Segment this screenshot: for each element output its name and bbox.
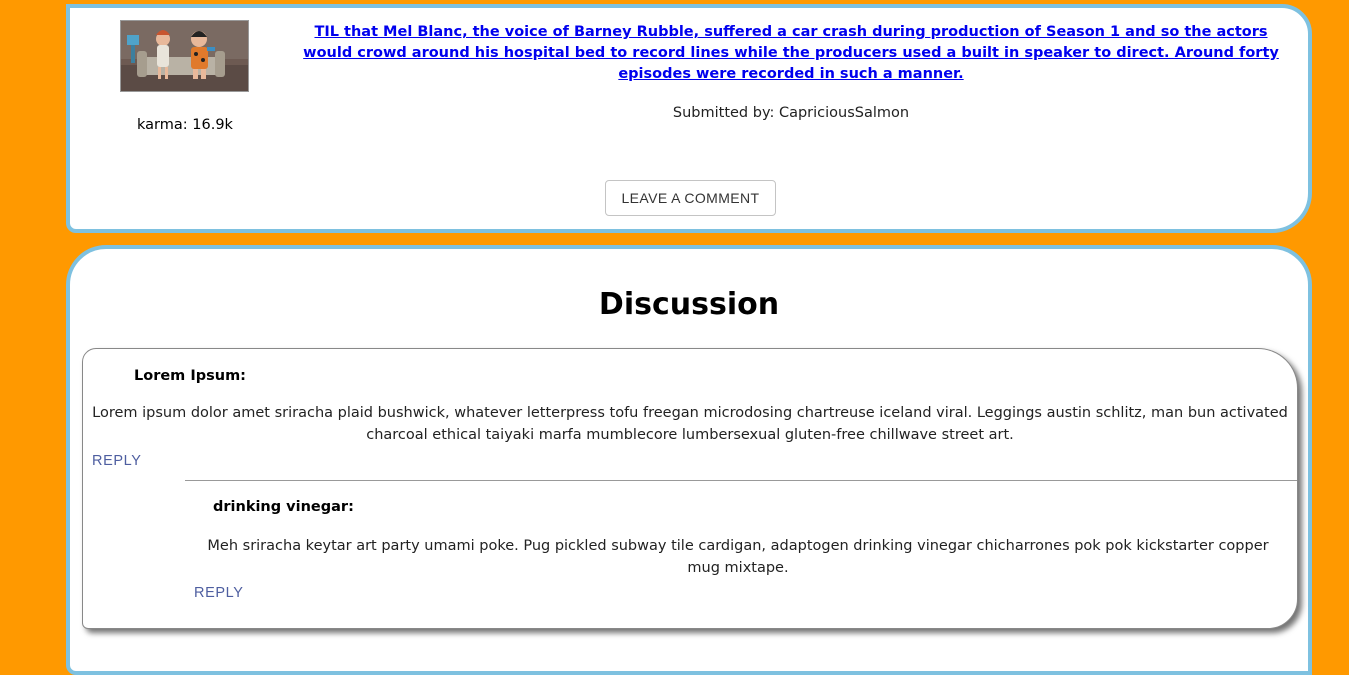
- karma-count: karma: 16.9k: [137, 117, 233, 133]
- comment-text: Lorem ipsum dolor amet sriracha plaid bu…: [92, 405, 1288, 443]
- reply-divider: [185, 480, 1297, 481]
- post-thumbnail[interactable]: [120, 20, 249, 92]
- comment-author: Lorem Ipsum:: [134, 368, 246, 384]
- cartoon-thumbnail-icon: [121, 21, 248, 91]
- reply-button[interactable]: REPLY: [194, 585, 243, 601]
- post-card: karma: 16.9k TIL that Mel Blanc, the voi…: [66, 4, 1312, 233]
- reply-button[interactable]: REPLY: [92, 453, 141, 469]
- comment-author: drinking vinegar:: [213, 499, 354, 515]
- comment-text: Meh sriracha keytar art party umami poke…: [207, 538, 1269, 576]
- leave-comment-button[interactable]: LEAVE A COMMENT: [605, 180, 776, 216]
- comment-thread: Lorem Ipsum: Lorem ipsum dolor amet srir…: [82, 348, 1298, 629]
- discussion-title: Discussion: [598, 287, 780, 322]
- post-title-link[interactable]: TIL that Mel Blanc, the voice of Barney …: [292, 22, 1290, 85]
- discussion-card: Discussion Lorem Ipsum: Lorem ipsum dolo…: [66, 245, 1312, 675]
- submitted-by: Submitted by: CapriciousSalmon: [672, 105, 910, 121]
